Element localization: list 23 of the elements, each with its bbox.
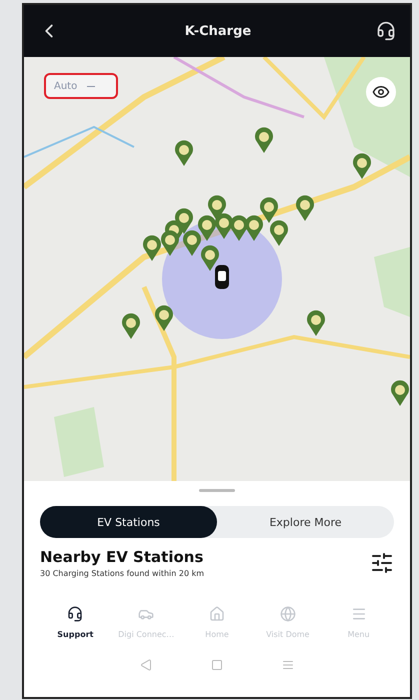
section-title: Nearby EV Stations xyxy=(40,548,204,566)
sliders-icon xyxy=(370,551,394,575)
globe-icon xyxy=(280,606,296,622)
section-subtitle: 30 Charging Stations found within 20 km xyxy=(40,569,204,578)
segment-tab[interactable]: EV Stations xyxy=(40,506,217,538)
headset-icon xyxy=(67,606,84,622)
header-title: K-Charge xyxy=(184,24,252,38)
headset-icon xyxy=(376,21,396,41)
nav-tab[interactable]: Home xyxy=(182,606,252,639)
lines-icon xyxy=(282,659,294,671)
triangle-icon xyxy=(140,659,152,671)
eye-icon xyxy=(372,83,390,101)
home-icon xyxy=(208,606,225,622)
segment-tab[interactable]: Explore More xyxy=(217,506,394,538)
square-icon xyxy=(210,659,223,671)
menu-icon xyxy=(350,606,367,622)
nav-tab[interactable]: Digi Connec… xyxy=(110,606,182,639)
support-button[interactable] xyxy=(376,21,396,41)
filter-button[interactable] xyxy=(370,551,394,575)
nav-tab[interactable]: Support xyxy=(40,606,111,639)
nav-tab[interactable]: Menu xyxy=(323,606,394,639)
mode-dropdown[interactable]: Auto xyxy=(44,73,118,99)
nav-tab[interactable]: Visit Dome xyxy=(252,606,324,639)
